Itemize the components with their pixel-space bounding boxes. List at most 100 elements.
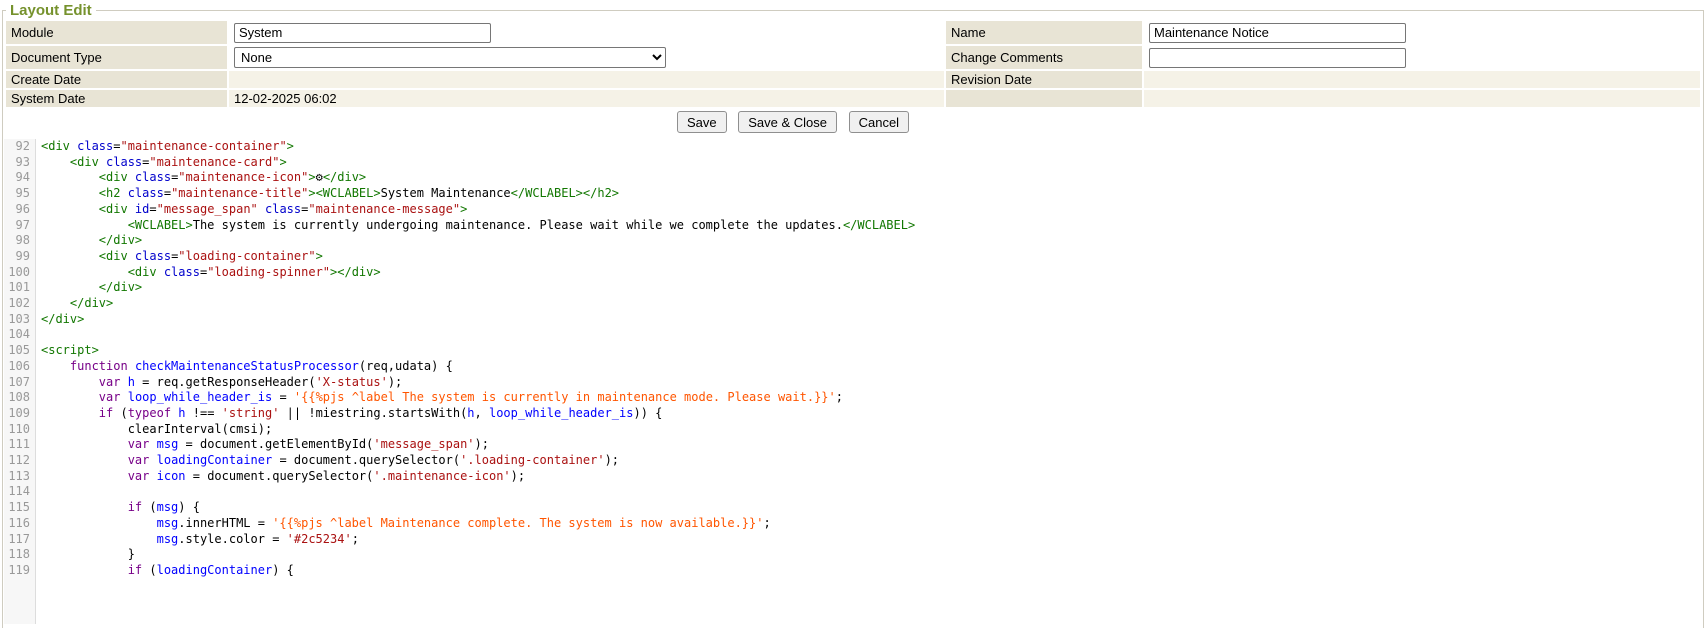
code-line[interactable]: 118 } [4, 547, 1702, 563]
code-text[interactable]: if (msg) { [35, 500, 200, 516]
code-text[interactable]: <div id="message_span" class="maintenanc… [35, 202, 467, 218]
line-number: 118 [4, 547, 35, 563]
line-number: 112 [4, 453, 35, 469]
layout-edit-fieldset: Layout Edit Module Name Document Type No… [2, 2, 1704, 628]
code-line[interactable]: 119 if (loadingContainer) { [4, 563, 1702, 579]
code-line[interactable]: 102 </div> [4, 296, 1702, 312]
code-text[interactable]: if (typeof h !== 'string' || !miestring.… [35, 406, 662, 422]
code-line[interactable]: 114 [4, 484, 1702, 500]
system-date-value: 12-02-2025 06:02 [229, 90, 944, 107]
line-number: 99 [4, 249, 35, 265]
code-text[interactable]: <WCLABEL>The system is currently undergo… [35, 218, 915, 234]
line-number: 92 [4, 139, 35, 155]
form-actions: Save Save & Close Cancel [4, 109, 1702, 136]
line-number: 113 [4, 469, 35, 485]
line-number: 108 [4, 390, 35, 406]
document-type-label: Document Type [6, 46, 227, 69]
code-text[interactable]: msg.innerHTML = '{{%pjs ^label Maintenan… [35, 516, 771, 532]
line-number: 95 [4, 186, 35, 202]
code-text[interactable]: </div> [35, 233, 142, 249]
code-text[interactable]: <h2 class="maintenance-title"><WCLABEL>S… [35, 186, 619, 202]
code-text[interactable]: </div> [35, 296, 113, 312]
code-line[interactable]: 109 if (typeof h !== 'string' || !miestr… [4, 406, 1702, 422]
code-text[interactable]: <div class="maintenance-card"> [35, 155, 287, 171]
code-line[interactable]: 116 msg.innerHTML = '{{%pjs ^label Maint… [4, 516, 1702, 532]
code-line[interactable]: 112 var loadingContainer = document.quer… [4, 453, 1702, 469]
code-line[interactable]: 103</div> [4, 312, 1702, 328]
code-text[interactable]: var icon = document.querySelector('.main… [35, 469, 525, 485]
code-text[interactable]: var msg = document.getElementById('messa… [35, 437, 489, 453]
code-text[interactable] [35, 327, 41, 343]
line-number: 101 [4, 280, 35, 296]
empty-value-cell [1144, 90, 1700, 107]
save-and-close-button[interactable]: Save & Close [738, 111, 837, 133]
code-editor[interactable]: 92<div class="maintenance-container">93 … [4, 139, 1702, 624]
code-line[interactable]: 101 </div> [4, 280, 1702, 296]
name-value-cell [1144, 21, 1700, 44]
code-line[interactable]: 107 var h = req.getResponseHeader('X-sta… [4, 375, 1702, 391]
line-number: 116 [4, 516, 35, 532]
empty-label-cell [946, 90, 1142, 107]
code-line[interactable]: 99 <div class="loading-container"> [4, 249, 1702, 265]
code-line[interactable]: 108 var loop_while_header_is = '{{%pjs ^… [4, 390, 1702, 406]
code-text[interactable]: function checkMaintenanceStatusProcessor… [35, 359, 453, 375]
code-text[interactable]: <div class="loading-container"> [35, 249, 323, 265]
change-comments-label: Change Comments [946, 46, 1142, 69]
code-line[interactable]: 93 <div class="maintenance-card"> [4, 155, 1702, 171]
line-number: 109 [4, 406, 35, 422]
code-text[interactable]: } [35, 547, 135, 563]
code-line[interactable]: 105<script> [4, 343, 1702, 359]
code-text[interactable]: </div> [35, 312, 84, 328]
code-text[interactable]: <script> [35, 343, 99, 359]
code-line[interactable]: 98 </div> [4, 233, 1702, 249]
create-date-label: Create Date [6, 71, 227, 88]
code-text[interactable] [35, 484, 41, 500]
line-number: 97 [4, 218, 35, 234]
line-number: 103 [4, 312, 35, 328]
code-text[interactable]: if (loadingContainer) { [35, 563, 294, 579]
change-comments-input[interactable] [1149, 48, 1406, 68]
line-number: 100 [4, 265, 35, 281]
form-row-create-revision: Create Date Revision Date [6, 71, 1700, 88]
code-line[interactable]: 106 function checkMaintenanceStatusProce… [4, 359, 1702, 375]
code-line[interactable]: 117 msg.style.color = '#2c5234'; [4, 532, 1702, 548]
line-number: 96 [4, 202, 35, 218]
code-line[interactable]: 104 [4, 327, 1702, 343]
save-button[interactable]: Save [677, 111, 727, 133]
line-number: 115 [4, 500, 35, 516]
code-text[interactable]: var loadingContainer = document.querySel… [35, 453, 619, 469]
code-text[interactable]: msg.style.color = '#2c5234'; [35, 532, 359, 548]
code-text[interactable]: </div> [35, 280, 142, 296]
code-text[interactable]: var h = req.getResponseHeader('X-status'… [35, 375, 402, 391]
code-text[interactable]: clearInterval(cmsi); [35, 422, 272, 438]
line-number: 110 [4, 422, 35, 438]
code-line[interactable]: 94 <div class="maintenance-icon">⚙</div> [4, 170, 1702, 186]
name-input[interactable] [1149, 23, 1406, 43]
line-number: 105 [4, 343, 35, 359]
module-input[interactable] [234, 23, 491, 43]
revision-date-label: Revision Date [946, 71, 1142, 88]
document-type-select[interactable]: None [234, 47, 666, 68]
code-text[interactable]: <div class="maintenance-container"> [35, 139, 294, 155]
code-text[interactable]: var loop_while_header_is = '{{%pjs ^labe… [35, 390, 843, 406]
code-text[interactable]: <div class="loading-spinner"></div> [35, 265, 381, 281]
code-line[interactable]: 96 <div id="message_span" class="mainten… [4, 202, 1702, 218]
code-line[interactable]: 95 <h2 class="maintenance-title"><WCLABE… [4, 186, 1702, 202]
layout-form: Module Name Document Type None Change Co… [4, 19, 1702, 109]
form-row-doctype-comments: Document Type None Change Comments [6, 46, 1700, 69]
line-number: 98 [4, 233, 35, 249]
code-line[interactable]: 110 clearInterval(cmsi); [4, 422, 1702, 438]
line-number: 117 [4, 532, 35, 548]
code-line[interactable]: 111 var msg = document.getElementById('m… [4, 437, 1702, 453]
change-comments-value-cell [1144, 46, 1700, 69]
code-line[interactable]: 115 if (msg) { [4, 500, 1702, 516]
code-line[interactable]: 92<div class="maintenance-container"> [4, 139, 1702, 155]
code-line[interactable]: 100 <div class="loading-spinner"></div> [4, 265, 1702, 281]
module-value-cell [229, 21, 944, 44]
code-line[interactable]: 113 var icon = document.querySelector('.… [4, 469, 1702, 485]
code-line[interactable]: 97 <WCLABEL>The system is currently unde… [4, 218, 1702, 234]
line-number: 104 [4, 327, 35, 343]
cancel-button[interactable]: Cancel [849, 111, 909, 133]
code-text[interactable]: <div class="maintenance-icon">⚙</div> [35, 170, 366, 186]
document-type-value-cell: None [229, 46, 944, 69]
